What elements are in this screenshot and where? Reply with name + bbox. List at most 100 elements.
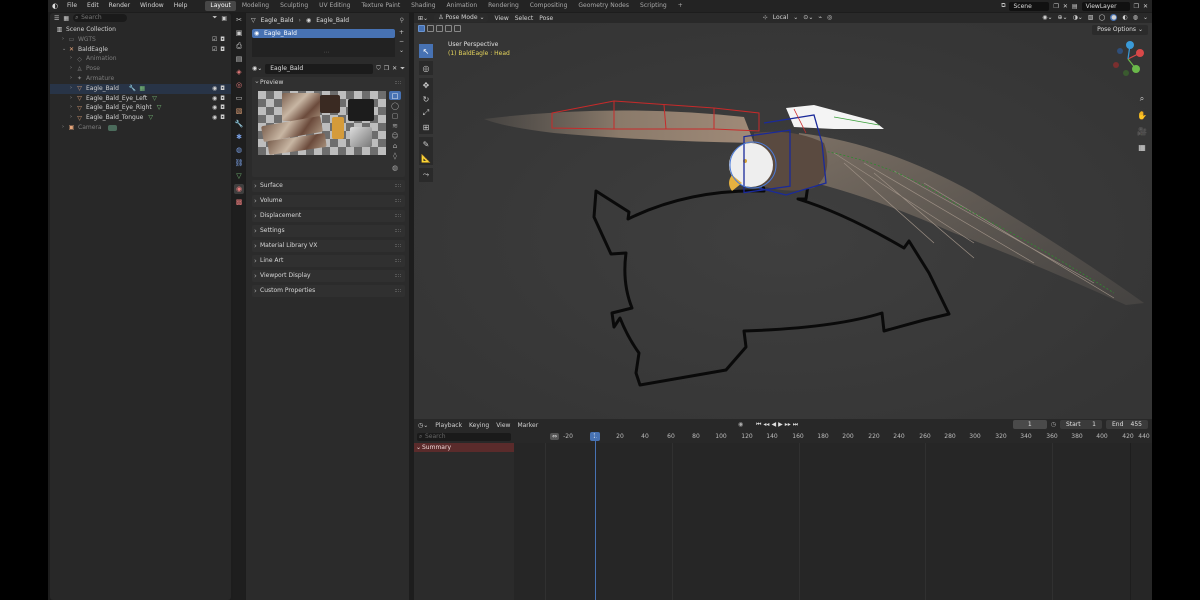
- menu-window[interactable]: Window: [135, 0, 169, 12]
- list-resize-handle[interactable]: ⋯: [324, 49, 330, 56]
- menu-view[interactable]: View: [496, 422, 510, 429]
- annotate-tool-icon[interactable]: ✎: [419, 137, 433, 151]
- select-new-icon[interactable]: [418, 25, 425, 32]
- panel-drag-grip[interactable]: [395, 244, 401, 247]
- orientation-selector[interactable]: Local: [773, 14, 789, 21]
- play-reverse-icon[interactable]: ◀: [771, 421, 776, 429]
- delete-scene-icon[interactable]: ✕: [1063, 3, 1068, 10]
- collection-tab-icon[interactable]: ▭: [234, 93, 244, 103]
- material-name-field[interactable]: Eagle_Bald: [265, 63, 374, 74]
- snap-icon[interactable]: ⌁: [818, 14, 822, 21]
- collapse-arrow-icon[interactable]: ⌄: [416, 443, 421, 452]
- checkbox-icon[interactable]: ☑: [212, 35, 217, 45]
- pose-options-button[interactable]: Pose Options ⌄: [1092, 25, 1148, 35]
- menu-keying[interactable]: Keying: [469, 422, 489, 429]
- outliner-row-camera[interactable]: › ▣ Camera: [50, 123, 231, 133]
- breadcrumb-material[interactable]: Eagle_Bald: [316, 17, 349, 24]
- select-intersect-icon[interactable]: [454, 25, 461, 32]
- flat-preview-icon[interactable]: □: [389, 91, 401, 100]
- view-layer-tab-icon[interactable]: ▤: [234, 54, 244, 64]
- outliner-search-input[interactable]: ⌕ Search: [73, 14, 128, 22]
- tab-animation[interactable]: Animation: [442, 1, 483, 11]
- outliner-row-animation[interactable]: › ◇ Animation: [50, 54, 231, 64]
- outliner-row-scene-collection[interactable]: ▥ Scene Collection: [50, 25, 231, 35]
- panel-header[interactable]: Settings: [252, 225, 405, 237]
- panel-drag-grip[interactable]: [395, 184, 401, 187]
- end-frame-field[interactable]: End 455: [1106, 420, 1148, 429]
- material-tab-icon[interactable]: ◉: [234, 184, 244, 194]
- menu-pose[interactable]: Pose: [539, 15, 553, 22]
- pan-hand-icon[interactable]: ✋: [1136, 109, 1148, 121]
- panel-viewport-display[interactable]: Viewport Display: [252, 270, 405, 282]
- panel-line-art[interactable]: Line Art: [252, 255, 405, 267]
- panel-header[interactable]: Surface: [252, 180, 405, 192]
- editor-type-icon[interactable]: ⊞⌄: [418, 15, 428, 22]
- camera-render-icon[interactable]: ◘: [220, 103, 225, 113]
- visibility-icon[interactable]: ◉⌄: [1042, 14, 1052, 21]
- panel-header[interactable]: Line Art: [252, 255, 405, 267]
- outliner-row-eye-left[interactable]: › ▽ Eagle_Bald_Eye_Left ▽ ◉ ◘: [50, 94, 231, 104]
- scene-selector[interactable]: Scene: [1009, 1, 1050, 11]
- camera-render-icon[interactable]: ◘: [220, 45, 225, 55]
- menu-render[interactable]: Render: [104, 0, 135, 12]
- jump-next-key-icon[interactable]: ▸▸: [785, 421, 791, 429]
- cursor-tool-icon[interactable]: ◎: [419, 61, 433, 75]
- physics-tab-icon[interactable]: ◍: [234, 145, 244, 155]
- camera-render-icon[interactable]: ◘: [220, 84, 225, 94]
- tab-compositing[interactable]: Compositing: [525, 1, 573, 11]
- select-subtract-icon[interactable]: [436, 25, 443, 32]
- outliner-row-tongue[interactable]: › ▽ Eagle_Bald_Tongue ▽ ◉ ◘: [50, 113, 231, 123]
- modifiers-tab-icon[interactable]: 🔧: [234, 119, 244, 129]
- editor-type-icon[interactable]: ◷⌄: [418, 422, 428, 429]
- delete-view-layer-icon[interactable]: ✕: [1143, 3, 1148, 10]
- preview-range-icon[interactable]: ◷: [1051, 421, 1056, 428]
- outliner-row-pose[interactable]: › ♙ Pose: [50, 64, 231, 74]
- render-tab-icon[interactable]: ▣: [234, 28, 244, 38]
- world-preview-icon[interactable]: ◍: [389, 163, 401, 172]
- scale-tool-icon[interactable]: ⤢: [419, 106, 433, 120]
- panel-drag-grip[interactable]: [395, 289, 401, 292]
- panel-volume[interactable]: Volume: [252, 195, 405, 207]
- shading-rendered-icon[interactable]: ◍: [1133, 14, 1138, 21]
- checkbox-icon[interactable]: ☑: [212, 45, 217, 55]
- menu-edit[interactable]: Edit: [82, 0, 104, 12]
- auto-keying-icon[interactable]: ◉: [738, 421, 743, 428]
- remove-slot-icon[interactable]: −: [399, 38, 409, 45]
- timeline-keyframe-area[interactable]: [514, 443, 1152, 600]
- preview-panel-header[interactable]: Preview: [252, 75, 405, 89]
- menu-marker[interactable]: Marker: [517, 422, 538, 429]
- material-slot-item[interactable]: ◉ Eagle_Bald: [252, 29, 395, 38]
- tool-tab-icon[interactable]: ✂: [234, 15, 244, 25]
- jump-start-icon[interactable]: ⏮: [756, 421, 761, 429]
- tab-geometry-nodes[interactable]: Geometry Nodes: [573, 1, 634, 11]
- timeline-ruler[interactable]: ⌕ Search ⇔ -20 1 20 40 60 80 100 120 140…: [414, 432, 1152, 442]
- fluid-preview-icon[interactable]: ◊: [389, 151, 401, 160]
- tab-sculpting[interactable]: Sculpting: [275, 1, 313, 11]
- bone-tool-icon[interactable]: ⤳: [419, 168, 433, 182]
- camera-render-icon[interactable]: ◘: [220, 113, 225, 123]
- chevron-down-icon[interactable]: ⌄: [1143, 14, 1148, 21]
- particles-tab-icon[interactable]: ✱: [234, 132, 244, 142]
- object-tab-icon[interactable]: ▧: [234, 106, 244, 116]
- zoom-icon[interactable]: ⌕: [1136, 93, 1148, 105]
- 3d-viewport[interactable]: ⊞⌄ ♙ Pose Mode ⌄ View Select Pose ⊹ Loca…: [414, 13, 1152, 419]
- shading-material-icon[interactable]: ◐: [1122, 14, 1127, 21]
- tab-layout[interactable]: Layout: [205, 1, 236, 11]
- measure-tool-icon[interactable]: 📐: [419, 151, 433, 165]
- material-browse-icon[interactable]: ◉⌄: [252, 65, 262, 72]
- new-view-layer-icon[interactable]: ❐: [1134, 3, 1139, 10]
- scene-tab-icon[interactable]: ◈: [234, 67, 244, 77]
- select-extend-icon[interactable]: [427, 25, 434, 32]
- select-box-tool-icon[interactable]: ↖: [419, 44, 433, 58]
- transform-tool-icon[interactable]: ⊞: [419, 120, 433, 134]
- panel-custom-properties[interactable]: Custom Properties: [252, 285, 405, 297]
- constraints-tab-icon[interactable]: ⛓: [234, 158, 244, 168]
- start-frame-field[interactable]: Start 1: [1060, 420, 1102, 429]
- cube-preview-icon[interactable]: ▢: [389, 111, 401, 120]
- panel-header[interactable]: Displacement: [252, 210, 405, 222]
- playhead-line[interactable]: [595, 432, 596, 600]
- panel-drag-grip[interactable]: [395, 259, 401, 262]
- view-layer-selector[interactable]: ViewLayer: [1081, 1, 1130, 11]
- fake-user-shield-icon[interactable]: ⛉: [376, 65, 381, 73]
- filter-icon[interactable]: ⏷: [400, 65, 405, 73]
